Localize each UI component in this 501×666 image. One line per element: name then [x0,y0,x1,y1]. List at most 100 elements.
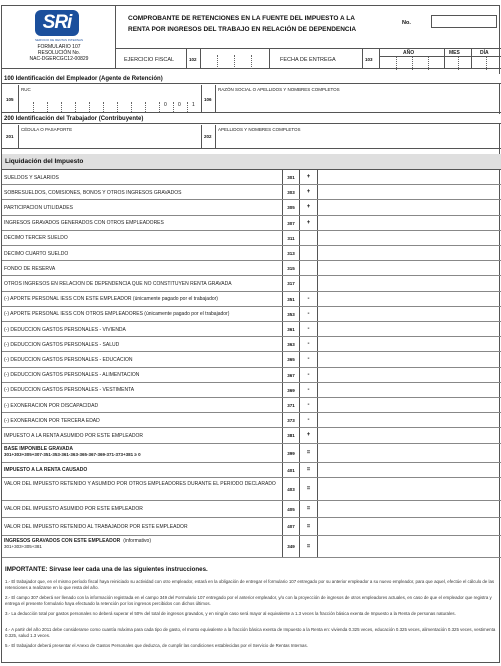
liquidacion-row: BASE IMPONIBLE GRAVADA 301+303+305+307-35… [2,443,501,463]
row-code: 405 [282,500,300,517]
row-label: FONDO DE RESERVA [4,266,278,272]
cedula-field[interactable] [19,133,200,148]
row-sign: + [300,215,318,230]
apellidos-code: 202 [204,134,212,139]
row-label-text: OTROS INGRESOS EN RELACIÓN DE DEPENDENCI… [4,280,232,287]
row-sign [300,246,318,261]
row-sign: - [300,352,318,367]
row-value-field[interactable] [318,368,501,382]
cedula-code: 201 [6,134,14,139]
row-label: (-) APORTE PERSONAL IESS CON ESTE EMPLEA… [4,296,278,302]
row-value-field[interactable] [318,261,501,275]
ruc-digit: 0 [164,102,167,108]
row-label: (-) DEDUCCIÓN GASTOS PERSONALES - ALIMEN… [4,372,278,378]
row-value-field[interactable] [318,518,501,535]
row-sign: + [300,200,318,215]
number-field[interactable] [431,15,497,28]
liquidacion-row: VALOR DEL IMPUESTO ASUMIDO POR ESTE EMPL… [2,500,501,518]
form-id-block: FORMULARIO 107 RESOLUCIÓN No. NAC-DGERCG… [20,44,98,62]
row-value-field[interactable] [318,231,501,245]
row-label-text: VALOR DEL IMPUESTO RETENIDO Y ASUMIDO PO… [4,480,276,487]
liquidacion-row: (-) APORTE PERSONAL IESS CON OTROS EMPLE… [2,306,501,322]
row-value-field[interactable] [318,428,501,442]
row-label: VALOR DEL IMPUESTO RETENIDO Y ASUMIDO PO… [4,481,278,487]
row-code: 315 [282,261,300,276]
row-label-text: (-) EXONERACIÓN POR TERCERA EDAD [4,417,100,424]
row-label: DÉCIMO CUARTO SUELDO [4,251,278,257]
row-value-field[interactable] [318,170,501,184]
liquidacion-title: Liquidación del Impuesto [2,154,501,170]
row-value-field[interactable] [318,200,501,214]
row-label-text: VALOR DEL IMPUESTO ASUMIDO POR ESTE EMPL… [4,506,143,513]
liquidacion-row: PARTICIPACIÓN UTILIDADES 305 + [2,200,501,216]
row-sign: = [300,477,318,500]
form-title-line1: COMPROBANTE DE RETENCIONES EN LA FUENTE … [128,15,355,22]
row-label: VALOR DEL IMPUESTO RETENIDO AL TRABAJADO… [4,524,278,530]
row-code: 381 [282,428,300,443]
row-value-field[interactable] [318,276,501,290]
row-code: 369 [282,382,300,397]
row-label: (-) EXONERACIÓN POR DISCAPACIDAD [4,403,278,409]
ejercicio-field[interactable] [201,49,268,69]
trabajador-title: 200 Identificación del Trabajador (Contr… [2,114,501,124]
row-value-field[interactable] [318,398,501,412]
row-code: 365 [282,352,300,367]
row-sign [300,261,318,276]
row-formula: 301+303+305+381 [4,543,42,549]
liquidacion-row: INGRESOS GRAVADOS CON ESTE EMPLEADOR (inf… [2,535,501,558]
month-field[interactable] [445,56,471,70]
row-code: 363 [282,337,300,352]
row-value-field[interactable] [318,501,501,517]
row-value-field[interactable] [318,307,501,321]
ruc-code: 105 [6,97,14,102]
row-label: (-) APORTE PERSONAL IESS CON OTROS EMPLE… [4,311,278,317]
row-value-field[interactable] [318,444,501,462]
row-code: 305 [282,200,300,215]
liquidacion-row: (-) EXONERACIÓN POR DISCAPACIDAD 371- [2,398,501,414]
row-value-field[interactable] [318,246,501,260]
row-label-text: SUELDOS Y SALARIOS [4,174,59,181]
resolution-number: NAC-DGERCGC12-00829 [29,56,89,62]
day-field[interactable] [472,56,501,70]
fiscal-row: EJERCICIO FISCAL 102 FECHA DE ENTREGA 10… [116,48,501,70]
row-code: 353 [282,306,300,321]
liquidacion-row: SOBRESUELDOS, COMISIONES, BONOS Y OTROS … [2,185,501,201]
row-value-field[interactable] [318,383,501,397]
row-value-field[interactable] [318,292,501,306]
row-value-field[interactable] [318,536,501,557]
row-label: (-) EXONERACIÓN POR TERCERA EDAD [4,418,278,424]
empleador-title: 100 Identificación del Empleador (Agente… [2,74,501,84]
row-sign: + [300,170,318,185]
row-label: SUELDOS Y SALARIOS [4,175,278,181]
row-code: 399 [282,443,300,462]
row-label-text: (-) APORTE PERSONAL IESS CON ESTE EMPLEA… [4,296,218,303]
row-sign: = [300,462,318,477]
liquidacion-row: (-) EXONERACIÓN POR TERCERA EDAD 373- [2,413,501,429]
form-header: SRi SERVICIO DE RENTAS INTERNAS FORMULAR… [2,6,501,70]
row-sign: + [300,428,318,443]
row-label: (-) DEDUCCIÓN GASTOS PERSONALES - VESTIM… [4,387,278,393]
row-label: BASE IMPONIBLE GRAVADA 301+303+305+307-35… [4,446,278,458]
liquidacion-row: (-) DEDUCCIÓN GASTOS PERSONALES - VESTIM… [2,382,501,398]
row-code: 367 [282,367,300,382]
row-code: 351 [282,291,300,306]
year-field[interactable] [380,56,444,70]
razon-field[interactable] [216,94,500,112]
row-value-field[interactable] [318,216,501,230]
row-code: 407 [282,517,300,535]
instruction-note: 1.- El trabajador que, en el mismo perío… [5,579,495,590]
row-code: 401 [282,462,300,477]
row-label-text: PARTICIPACIÓN UTILIDADES [4,204,73,211]
row-code: 371 [282,398,300,413]
row-value-field[interactable] [318,413,501,427]
row-value-field[interactable] [318,185,501,199]
row-value-field[interactable] [318,337,501,351]
ruc-field[interactable]: 0 0 1 [18,93,200,112]
row-value-field[interactable] [318,463,501,477]
row-value-field[interactable] [318,322,501,336]
row-value-field[interactable] [318,352,501,366]
liquidacion-row: FONDO DE RESERVA 315 [2,261,501,277]
apellidos-field[interactable] [216,133,500,148]
row-label-text: (-) APORTE PERSONAL IESS CON OTROS EMPLE… [4,311,230,318]
row-value-field[interactable] [318,478,501,500]
